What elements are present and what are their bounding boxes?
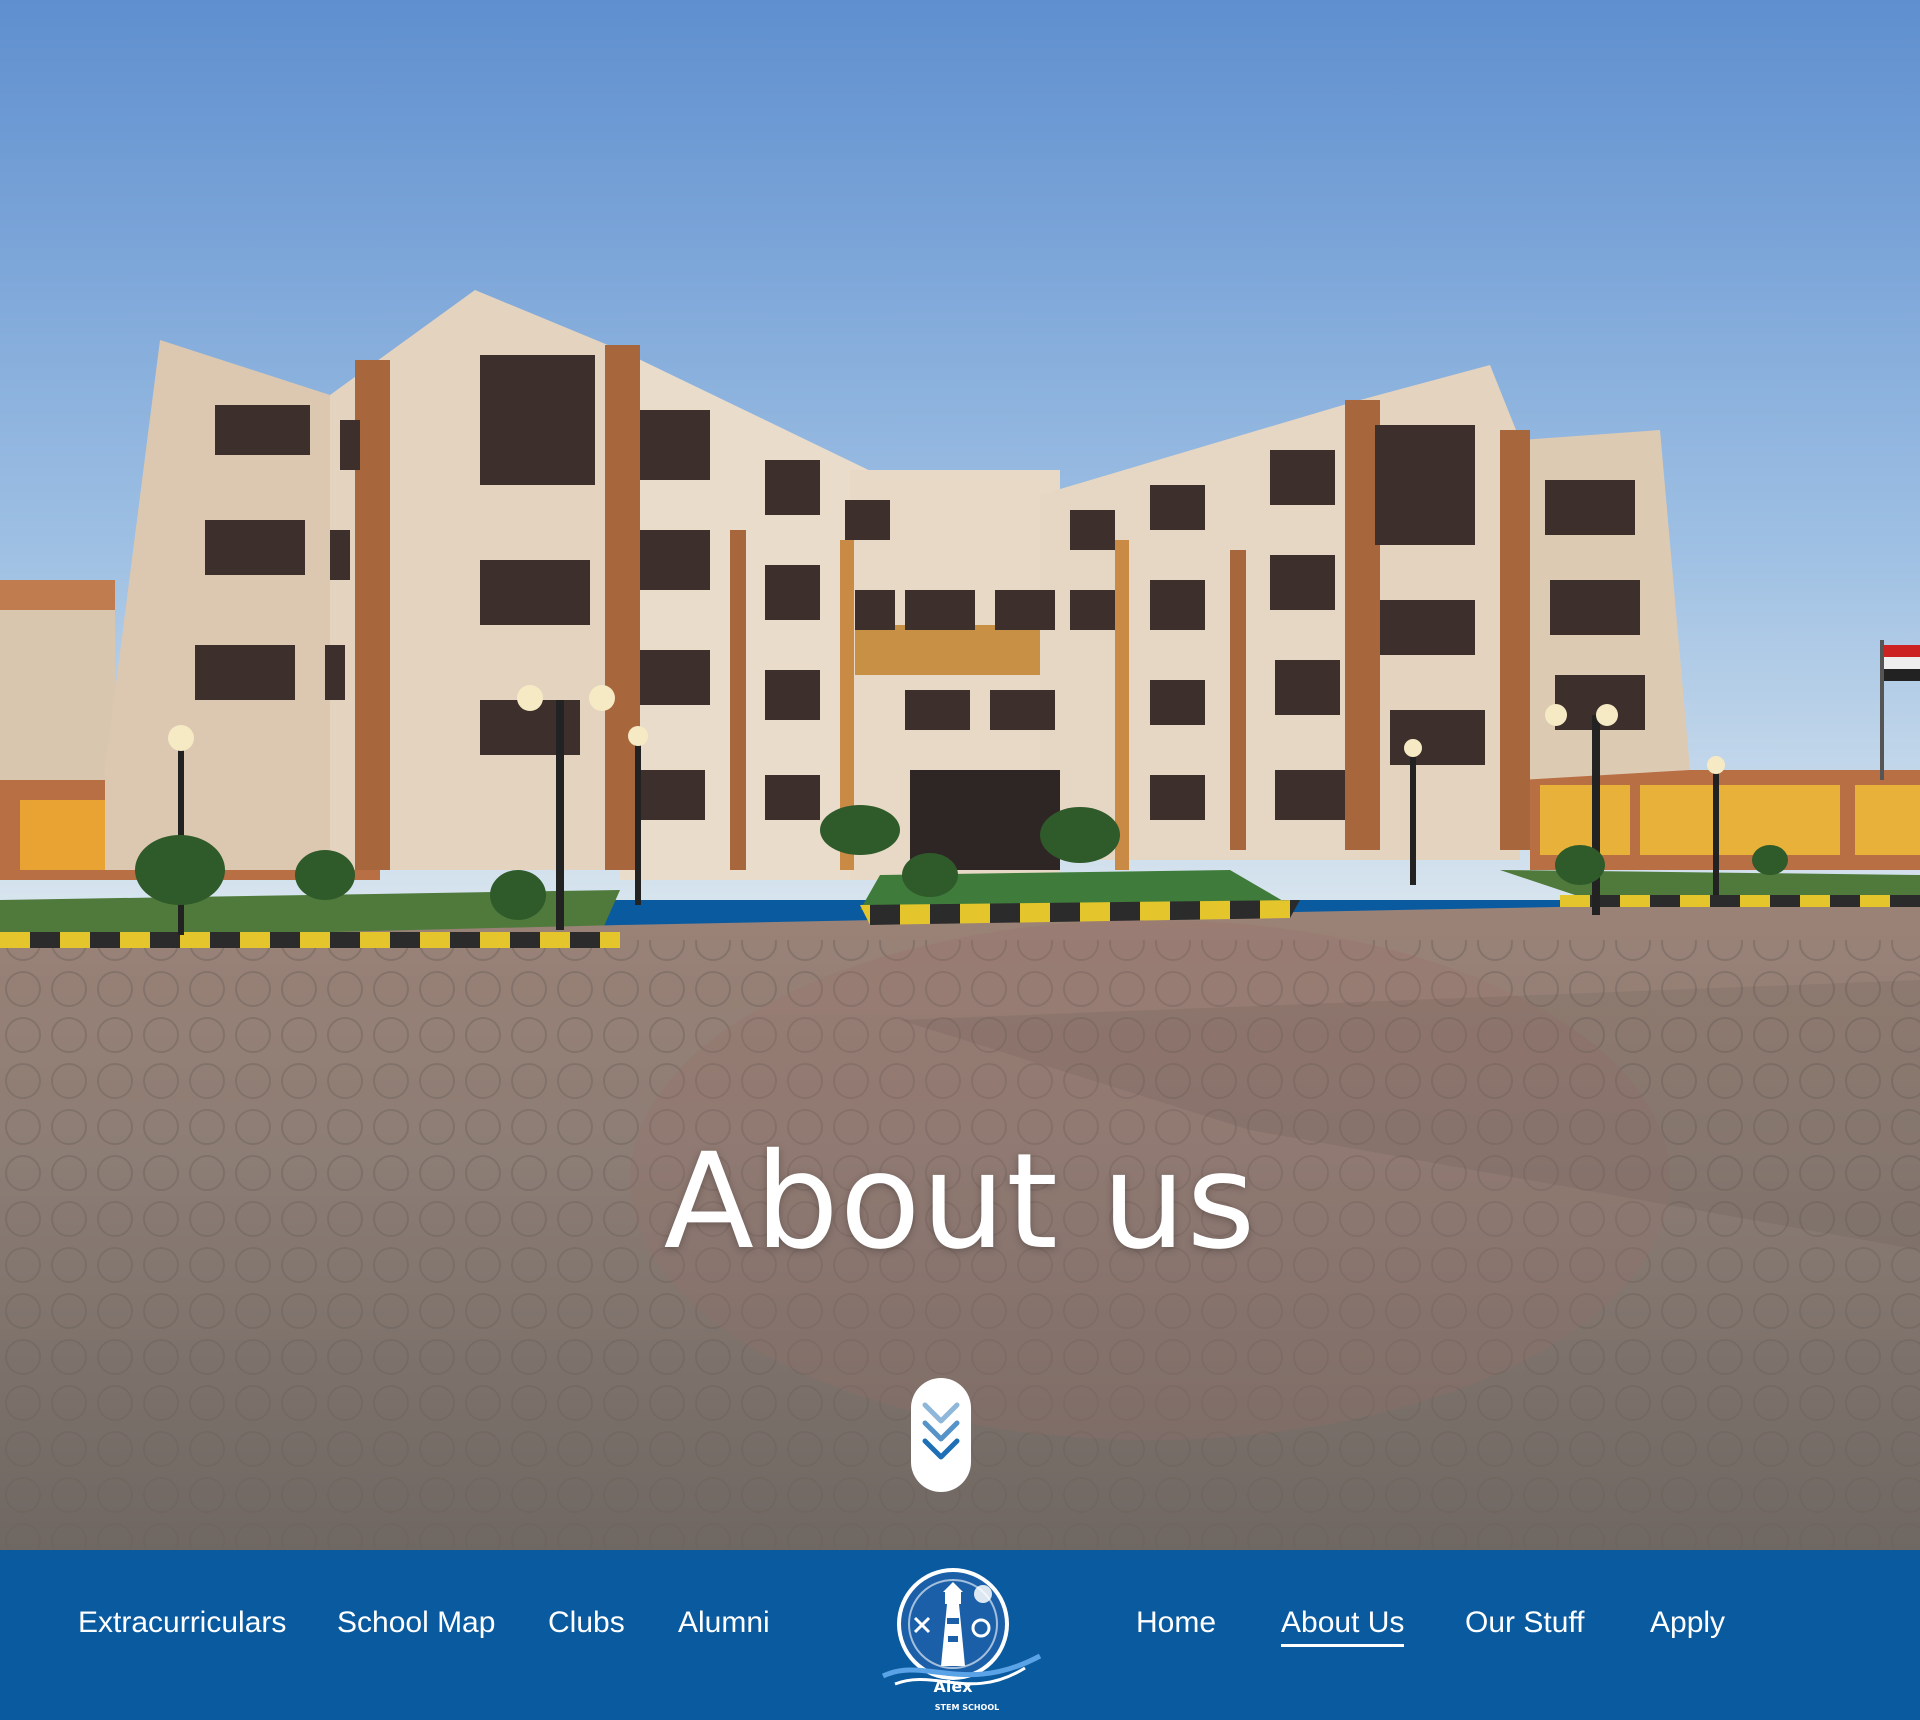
nav-item-school-map[interactable]: School Map: [337, 1606, 495, 1640]
hero-section: About us: [0, 0, 1920, 1550]
nav-item-our-stuff[interactable]: Our Stuff: [1465, 1606, 1585, 1640]
nav-item-alumni[interactable]: Alumni: [678, 1606, 770, 1640]
main-navigation: Extracurriculars School Map Clubs Alumni…: [0, 1550, 1920, 1720]
nav-item-apply[interactable]: Apply: [1650, 1606, 1725, 1640]
nav-item-about-us[interactable]: About Us: [1281, 1606, 1405, 1647]
scroll-down-button[interactable]: [911, 1378, 971, 1492]
school-building-photo: [0, 0, 1920, 1550]
nav-item-home[interactable]: Home: [1136, 1606, 1216, 1640]
nav-item-extracurriculars[interactable]: Extracurriculars: [78, 1606, 286, 1640]
logo-text-main: Alex: [933, 1677, 973, 1696]
nav-item-clubs[interactable]: Clubs: [548, 1606, 625, 1640]
school-logo[interactable]: Alex STEM SCHOOL: [875, 1556, 1045, 1716]
double-chevron-down-icon: [922, 1402, 960, 1460]
alex-stem-school-logo-icon: Alex STEM SCHOOL: [881, 1568, 1042, 1712]
page-title: About us: [663, 1125, 1257, 1279]
logo-text-sub: STEM SCHOOL: [935, 1703, 999, 1712]
